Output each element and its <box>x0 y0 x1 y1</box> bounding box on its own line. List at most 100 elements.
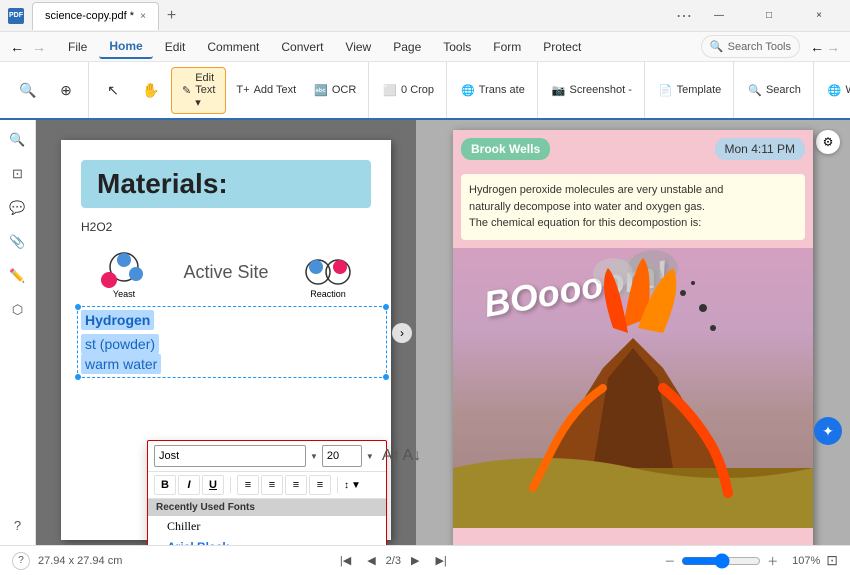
ocr-btn[interactable]: 🔤 OCR <box>306 80 364 101</box>
first-page-btn[interactable]: |◀ <box>334 552 357 569</box>
bold-btn[interactable]: B <box>154 475 176 495</box>
action-btn[interactable]: ✦ <box>814 417 842 445</box>
menu-view[interactable]: View <box>335 36 381 58</box>
minimize-icon: — <box>714 10 724 21</box>
menu-form[interactable]: Form <box>483 36 531 58</box>
wikipedia-icon: 🌐 <box>828 84 842 97</box>
underline-btn[interactable]: U <box>202 475 224 495</box>
line-spacing-btn[interactable]: ↕ <box>344 480 349 491</box>
search-icon: 🔍 <box>748 84 762 97</box>
font-dropdown: ▼ ▼ A↑ A↓ B I U ≡ <box>147 440 387 545</box>
chat-name: Brook Wells <box>461 138 550 160</box>
font-list[interactable]: Chiller Arial Black Calibri Times Niagar… <box>148 516 386 545</box>
font-size-arrow[interactable]: ▼ <box>366 445 374 467</box>
tool-search[interactable]: 🔍 <box>4 126 32 154</box>
statusbar-right: － ＋ 107% ⊡ <box>664 552 838 569</box>
materials-header: Materials: <box>81 160 371 208</box>
menu-edit[interactable]: Edit <box>155 36 196 58</box>
add-text-btn[interactable]: T+ Add Text <box>228 80 304 100</box>
prev-page-btn[interactable]: ◀ <box>361 552 381 569</box>
close-btn[interactable]: × <box>796 0 842 32</box>
pdf-scroll-right-btn[interactable]: › <box>392 323 412 343</box>
tab-close-btn[interactable]: × <box>140 11 146 22</box>
active-tab[interactable]: science-copy.pdf * × <box>32 2 159 30</box>
forward-nav-btn[interactable]: → <box>32 39 46 55</box>
dots-menu-btn[interactable]: ⋯ <box>676 6 692 26</box>
back-nav-btn[interactable]: ← <box>10 39 24 55</box>
font-name-input[interactable] <box>154 445 306 467</box>
nav-fwd-btn[interactable]: → <box>826 39 840 55</box>
select-btn[interactable]: ↖ <box>95 78 131 103</box>
cursor-icon: ↖ <box>107 82 119 99</box>
crop-btn[interactable]: ⬜ 0 Crop <box>375 80 442 101</box>
menu-page[interactable]: Page <box>383 36 431 58</box>
tool-draw[interactable]: ✏️ <box>4 262 32 290</box>
align-left-btn[interactable]: ≡ <box>237 475 259 495</box>
dropdown-btn[interactable]: ▼ <box>351 480 361 491</box>
app-icon: PDF <box>8 8 24 24</box>
volcano-svg <box>453 248 813 528</box>
line-spacing-group: ↕ ▼ <box>344 480 361 491</box>
tool-help[interactable]: ? <box>4 511 32 539</box>
menu-file[interactable]: File <box>58 36 97 58</box>
tool-pages[interactable]: ⊡ <box>4 160 32 188</box>
menu-protect[interactable]: Protect <box>533 36 591 58</box>
wikipedia-btn[interactable]: 🌐 Wikipedia <box>820 80 850 101</box>
hand-btn[interactable]: ✋ <box>133 78 169 103</box>
zoom-out-btn-status[interactable]: － <box>664 553 675 569</box>
menu-home[interactable]: Home <box>99 35 152 59</box>
menu-comment[interactable]: Comment <box>197 36 269 58</box>
tool-attachment[interactable]: 📎 <box>4 228 32 256</box>
pdf-right-panel: ⚙ Brook Wells Mon 4:11 PM Hydrogen perox… <box>416 120 850 545</box>
nav-back-btn[interactable]: ← <box>810 39 824 55</box>
sel-handle-tr <box>383 304 389 310</box>
zoom-out-btn[interactable]: 🔍 <box>10 78 46 103</box>
chat-time: Mon 4:11 PM <box>715 138 805 160</box>
align-right-btn[interactable]: ≡ <box>285 475 307 495</box>
translate-btn[interactable]: 🌐 Trans ate <box>453 80 533 101</box>
translate-label: Trans ate <box>479 84 525 96</box>
zoom-out-icon: 🔍 <box>19 82 36 99</box>
search-btn[interactable]: 🔍 Search <box>740 80 809 101</box>
ribbon-group-screenshot: 📷 Screenshot - <box>540 62 645 118</box>
increase-font-btn[interactable]: A↑ <box>382 447 401 465</box>
new-tab-btn[interactable]: + <box>163 7 180 25</box>
edit-text-btn[interactable]: ✎ Edit Text ▾ <box>171 67 226 114</box>
italic-btn[interactable]: I <box>178 475 200 495</box>
template-btn[interactable]: 📄 Template <box>651 80 729 101</box>
justify-btn[interactable]: ≡ <box>309 475 331 495</box>
active-site-label: Active Site <box>179 262 272 283</box>
help-btn[interactable]: ? <box>12 552 30 570</box>
statusbar-left: ? 27.94 x 27.94 cm <box>12 552 122 570</box>
page-indicator: 2/3 <box>386 555 401 567</box>
font-size-input[interactable] <box>322 445 362 467</box>
translate-icon: 🌐 <box>461 84 475 97</box>
search-tools-btn[interactable]: 🔍 Search Tools <box>701 35 800 58</box>
powder-highlight[interactable]: st (powder) <box>81 334 159 354</box>
hydrogen-highlight[interactable]: Hydrogen <box>81 310 154 330</box>
zoom-slider[interactable] <box>681 553 761 569</box>
font-item-chiller[interactable]: Chiller <box>148 516 386 537</box>
last-page-btn[interactable]: ▶| <box>429 552 452 569</box>
align-center-btn[interactable]: ≡ <box>261 475 283 495</box>
screenshot-btn[interactable]: 📷 Screenshot - <box>544 80 640 101</box>
titlebar-left: PDF science-copy.pdf * × + <box>8 2 180 30</box>
font-dropdown-arrow[interactable]: ▼ <box>310 445 318 467</box>
zoom-in-btn[interactable]: ⊕ <box>48 78 84 103</box>
minimize-btn[interactable]: — <box>696 0 742 32</box>
decrease-font-btn[interactable]: A↓ <box>403 447 422 465</box>
menu-convert[interactable]: Convert <box>271 36 333 58</box>
next-page-btn[interactable]: ▶ <box>405 552 425 569</box>
pdf-settings-btn[interactable]: ⚙ <box>816 130 840 154</box>
menu-tools[interactable]: Tools <box>433 36 481 58</box>
pdf-page-right: Brook Wells Mon 4:11 PM Hydrogen peroxid… <box>453 130 813 545</box>
font-item-arial-black[interactable]: Arial Black <box>148 537 386 545</box>
tool-layers[interactable]: ⬡ <box>4 296 32 324</box>
zoom-in-btn-status[interactable]: ＋ <box>767 553 778 569</box>
maximize-btn[interactable]: □ <box>746 0 792 32</box>
materials-title: Materials: <box>97 168 228 199</box>
maximize-icon: □ <box>766 10 772 21</box>
fit-page-btn[interactable]: ⊡ <box>826 552 838 569</box>
tool-comment[interactable]: 💬 <box>4 194 32 222</box>
water-highlight[interactable]: warm water <box>81 354 161 374</box>
